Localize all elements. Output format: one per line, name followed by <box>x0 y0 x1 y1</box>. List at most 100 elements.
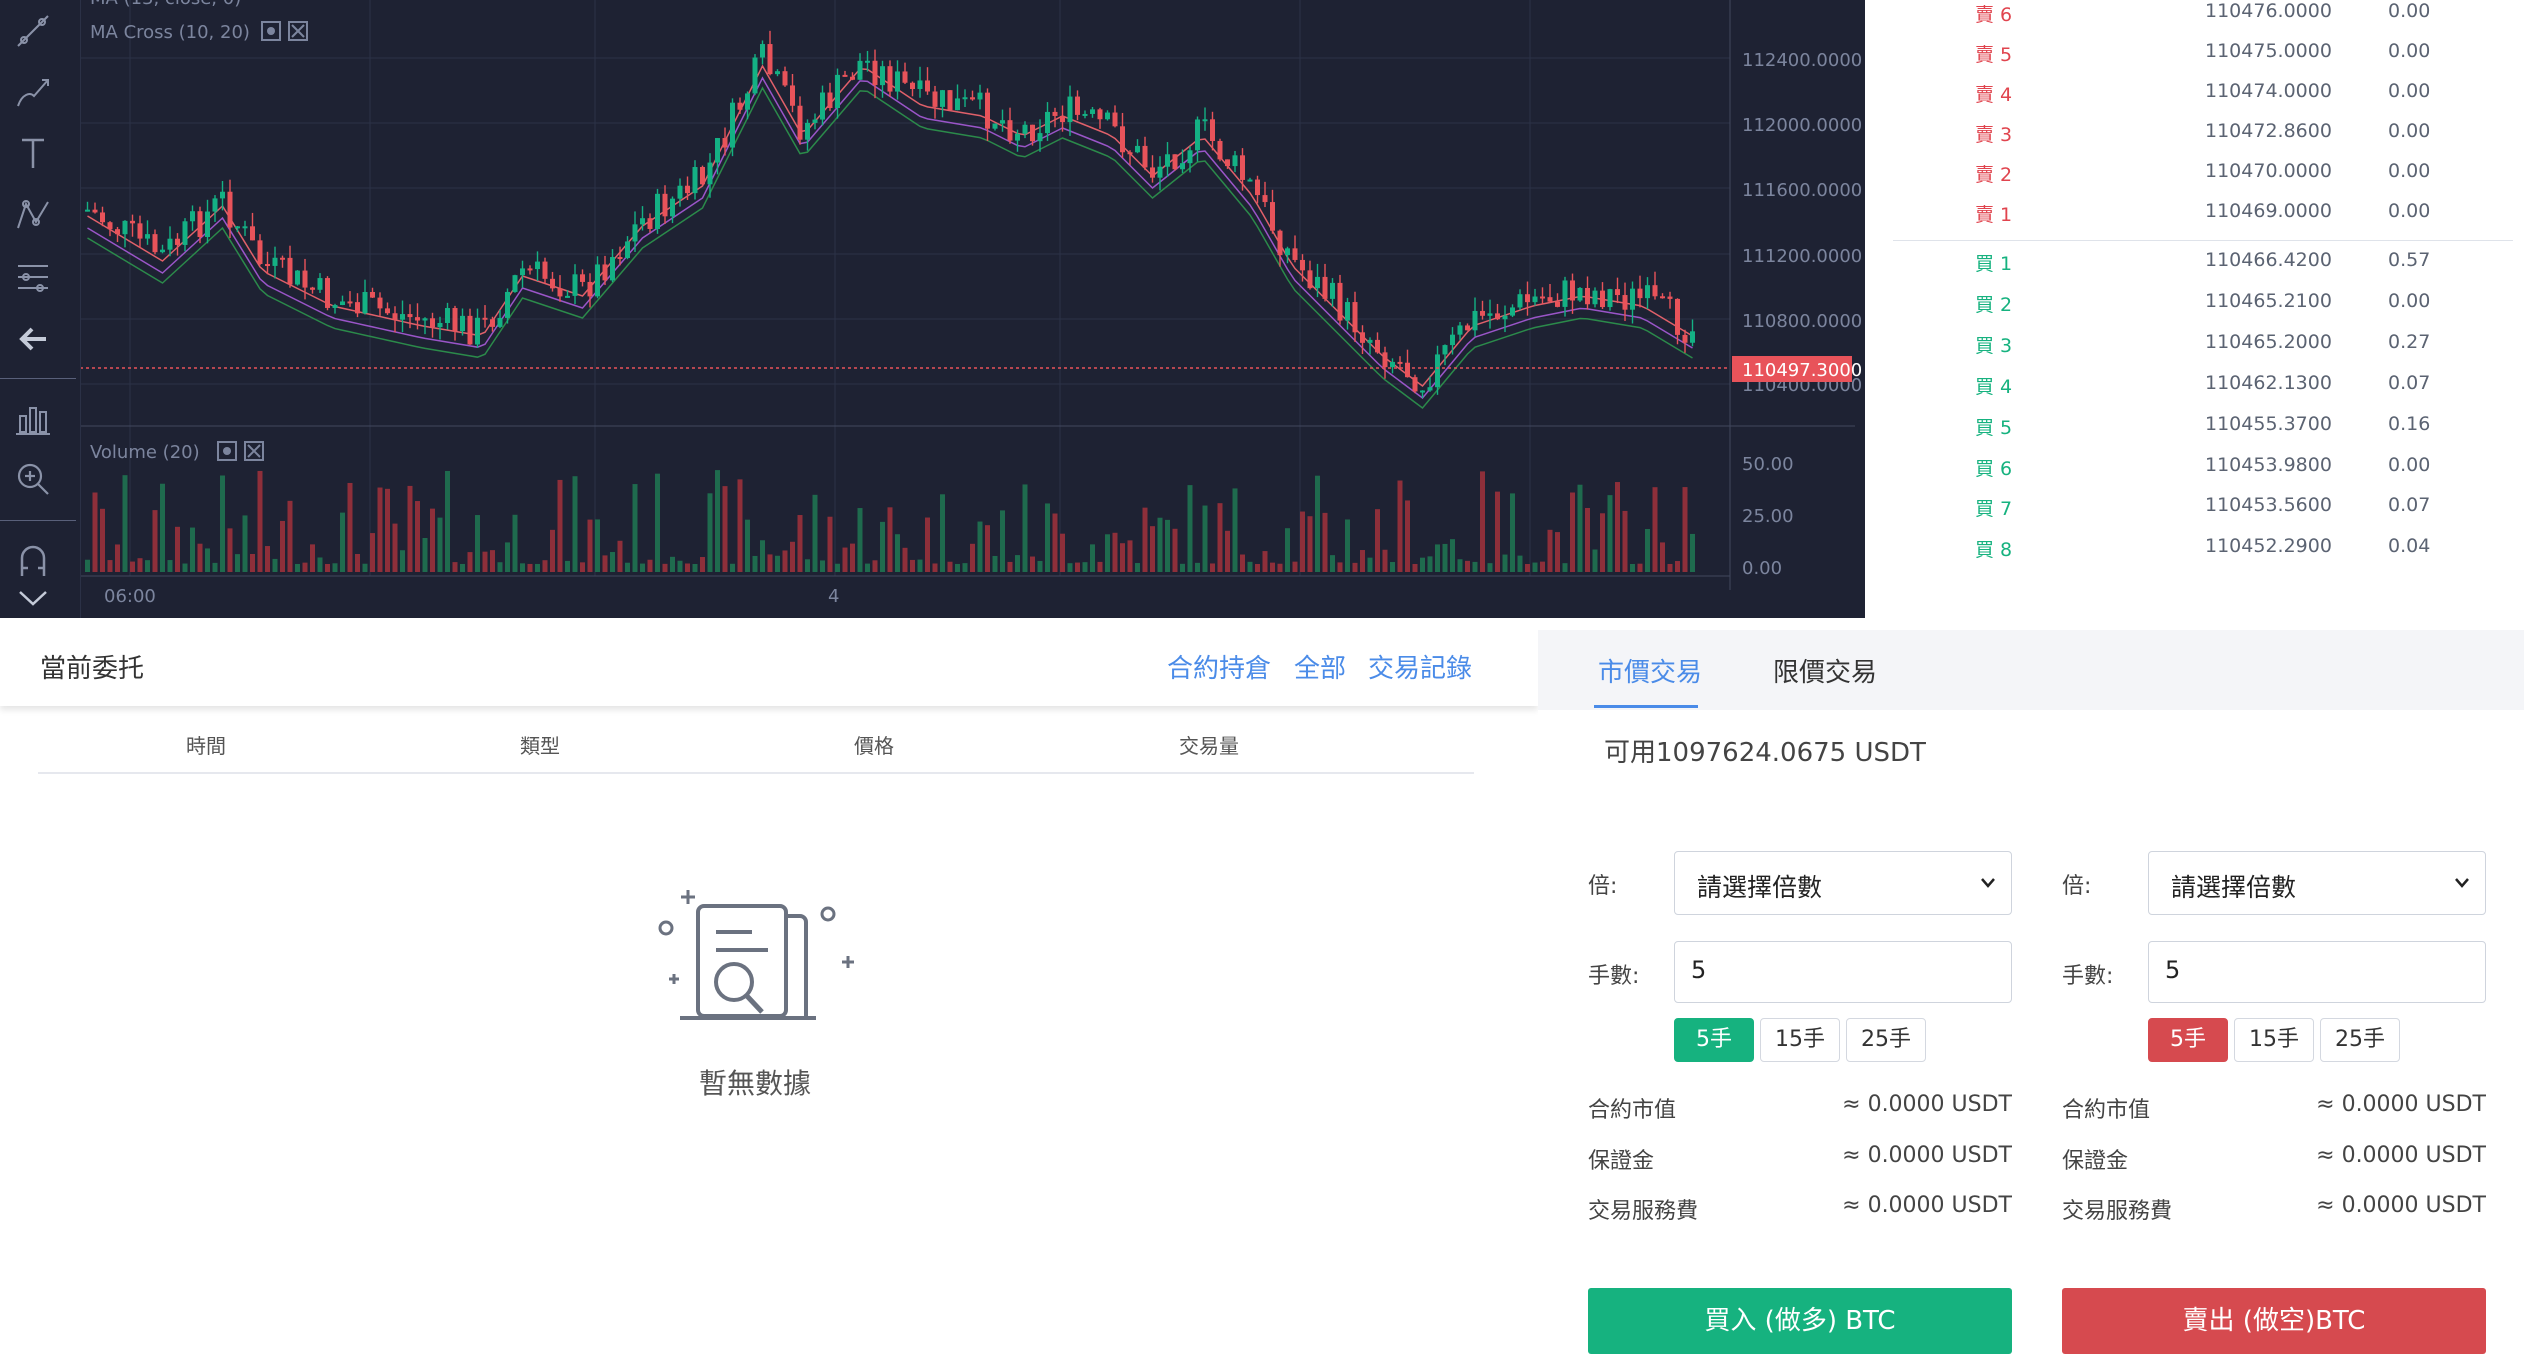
ask-row[interactable]: 賣 6 110476.0000 0.00 <box>1865 0 2524 40</box>
volume-bar <box>1547 529 1553 572</box>
sell-short-button[interactable]: 賣出 (做空)BTC <box>2062 1288 2486 1354</box>
positions-link[interactable]: 合約持倉 <box>1167 648 1271 685</box>
zoom-icon[interactable] <box>10 456 56 502</box>
volume-bar <box>1150 526 1155 572</box>
candle-body <box>1097 109 1103 120</box>
chevron-down-icon[interactable] <box>10 578 56 618</box>
bid-row[interactable]: 買 7 110453.5600 0.07 <box>1865 494 2524 534</box>
volume-bar <box>235 554 240 572</box>
candle-body <box>1615 289 1620 296</box>
ask-row[interactable]: 賣 2 110470.0000 0.00 <box>1865 160 2524 200</box>
volume-bar <box>542 560 548 572</box>
volume-bar <box>887 507 893 572</box>
bid-price: 110465.2100 <box>2205 290 2332 312</box>
candle-body <box>1285 248 1290 256</box>
svg-text:110497.3000: 110497.3000 <box>1742 360 1862 381</box>
volume-bar <box>265 546 270 572</box>
candle-body <box>925 80 930 92</box>
lot-option-15-button[interactable]: 15手 <box>1760 1018 1840 1062</box>
ask-row[interactable]: 賣 1 110469.0000 0.00 <box>1865 200 2524 240</box>
volume-bar <box>812 494 818 572</box>
candle-body <box>902 71 908 83</box>
volume-bar <box>1000 510 1005 572</box>
legend-volume-settings-icon[interactable] <box>217 441 237 461</box>
ask-level: 賣 5 <box>1975 44 2013 66</box>
candle-body <box>385 308 390 314</box>
buy-long-button[interactable]: 買入 (做多) BTC <box>1588 1288 2012 1354</box>
bid-row[interactable]: 買 5 110455.3700 0.16 <box>1865 413 2524 453</box>
ask-row[interactable]: 賣 4 110474.0000 0.00 <box>1865 80 2524 120</box>
ask-row[interactable]: 賣 3 110472.8600 0.00 <box>1865 120 2524 160</box>
volume-bar <box>415 501 420 572</box>
bid-row[interactable]: 買 2 110465.2100 0.00 <box>1865 290 2524 330</box>
volume-bar <box>445 470 450 572</box>
candle-body <box>272 257 278 266</box>
volume-bar <box>745 519 750 572</box>
candle-body <box>1172 154 1178 170</box>
volume-bar <box>1165 519 1170 572</box>
bid-row[interactable]: 買 3 110465.2000 0.27 <box>1865 331 2524 371</box>
candle-body <box>1037 133 1043 142</box>
leverage-select-value: 請選擇倍數 <box>1697 873 1823 902</box>
pattern-tool-icon[interactable] <box>10 192 56 238</box>
candle-body <box>347 301 353 304</box>
legend-ma: MA (13, close, 0) <box>90 0 241 9</box>
legend-ma-cross-settings-icon[interactable] <box>261 21 281 41</box>
text-tool-icon[interactable] <box>10 130 56 176</box>
trend-line-tool-icon[interactable] <box>10 8 56 54</box>
volume-bars <box>85 470 1695 572</box>
lot-option-15-button[interactable]: 15手 <box>2234 1018 2314 1062</box>
volume-bar <box>1465 560 1470 572</box>
candle-body <box>1157 166 1163 178</box>
price-tick: 111200.0000 <box>1742 246 1862 267</box>
volume-bar <box>1007 561 1013 572</box>
candle-body <box>655 193 660 229</box>
volume-bar <box>565 560 570 572</box>
candle-body <box>595 264 600 297</box>
volume-bar <box>1255 563 1260 572</box>
candle-body <box>805 122 810 140</box>
lots-input[interactable]: 5 <box>2148 941 2486 1003</box>
volume-bar <box>902 547 908 572</box>
volume-axis: 50.00 25.00 0.00 <box>1742 454 1794 579</box>
leverage-select[interactable]: 請選擇倍數 <box>1674 851 2012 915</box>
candle-body <box>985 92 990 129</box>
lot-option-25-button[interactable]: 25手 <box>1846 1018 1926 1062</box>
ask-price: 110474.0000 <box>2205 80 2332 102</box>
candle-body <box>1600 290 1605 308</box>
legend-volume-close-icon[interactable] <box>244 441 264 461</box>
volume-bar <box>92 492 98 572</box>
volume-bar <box>1585 507 1590 572</box>
candle-body <box>295 270 300 285</box>
leverage-select[interactable]: 請選擇倍數 <box>2148 851 2486 915</box>
candle-body <box>1225 159 1230 167</box>
lot-option-5-button[interactable]: 5手 <box>1674 1018 1754 1062</box>
candle-body <box>1015 133 1020 141</box>
bid-row[interactable]: 買 6 110453.9800 0.00 <box>1865 454 2524 494</box>
volume-bar <box>715 470 720 572</box>
fib-tool-icon[interactable] <box>10 254 56 300</box>
candle-body <box>1427 387 1433 391</box>
all-orders-link[interactable]: 全部 <box>1294 648 1346 685</box>
volume-bar <box>1217 503 1223 572</box>
chart-panel[interactable]: MA (13, close, 0) MA Cross (10, 20) Volu… <box>0 0 1865 618</box>
brush-tool-icon[interactable] <box>10 70 56 116</box>
bid-row[interactable]: 買 1 110466.4200 0.57 <box>1865 249 2524 289</box>
volume-bar <box>1187 485 1193 572</box>
candle-body <box>677 185 683 199</box>
lots-input[interactable]: 5 <box>1674 941 2012 1003</box>
volume-bar <box>1037 560 1043 572</box>
lot-option-25-button[interactable]: 25手 <box>2320 1018 2400 1062</box>
candle-body <box>1405 362 1410 378</box>
bid-row[interactable]: 買 8 110452.2900 0.04 <box>1865 535 2524 575</box>
lot-option-5-button[interactable]: 5手 <box>2148 1018 2228 1062</box>
margin-label: 保證金 <box>2062 1149 2129 1174</box>
back-arrow-icon[interactable] <box>10 316 56 362</box>
ask-row[interactable]: 賣 5 110475.0000 0.00 <box>1865 40 2524 80</box>
measure-tool-icon[interactable] <box>10 396 56 442</box>
candlestick-chart[interactable]: MA (13, close, 0) MA Cross (10, 20) Volu… <box>0 0 1865 618</box>
candle-body <box>1630 288 1635 310</box>
legend-ma-cross-close-icon[interactable] <box>288 21 308 41</box>
trade-history-link[interactable]: 交易記錄 <box>1368 648 1472 685</box>
bid-row[interactable]: 買 4 110462.1300 0.07 <box>1865 372 2524 412</box>
